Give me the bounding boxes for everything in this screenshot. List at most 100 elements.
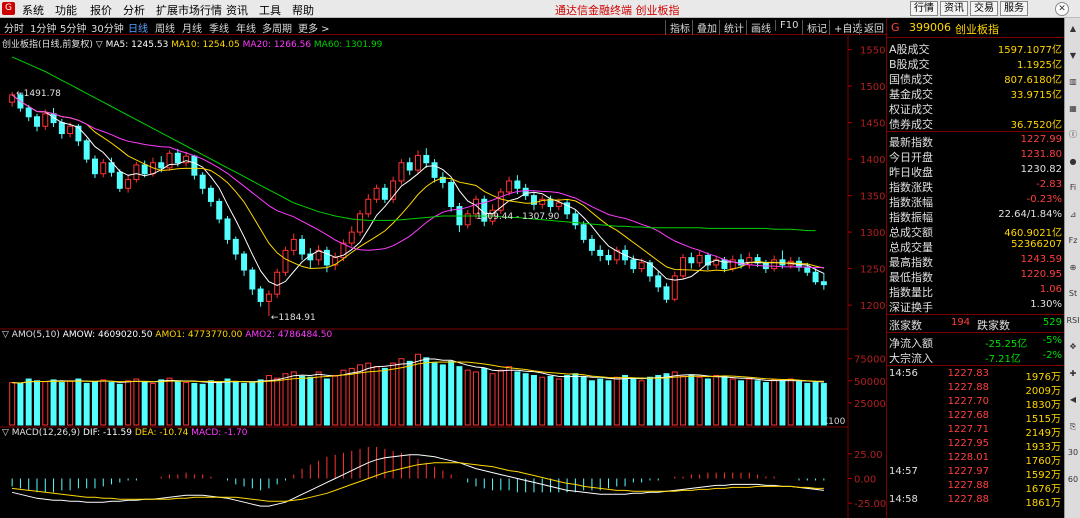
tab-daily[interactable]: 日线 xyxy=(128,20,148,35)
amo-bar xyxy=(390,362,397,426)
candle-body xyxy=(249,269,256,290)
amo-bar xyxy=(580,376,587,426)
tool-add-favorite[interactable]: +自选 xyxy=(829,20,862,35)
menu-function[interactable]: 功能 xyxy=(55,2,77,18)
tab-30min[interactable]: 30分钟 xyxy=(91,20,124,35)
quote-header: G 399006 创业板指 xyxy=(887,18,1065,38)
candle-body xyxy=(423,154,430,164)
tool-indicator[interactable]: 指标 xyxy=(665,20,690,35)
menu-ext-market[interactable]: 扩展市场行情 xyxy=(156,2,222,18)
plus-icon[interactable]: ✚ xyxy=(1066,367,1080,381)
info-icon[interactable]: Ⓘ xyxy=(1066,128,1080,142)
chart-icon[interactable]: ▥ xyxy=(1066,75,1080,89)
tab-timeshare[interactable]: 分时 xyxy=(4,20,24,35)
tool-f10[interactable]: F10 xyxy=(775,20,798,31)
menu-help[interactable]: 帮助 xyxy=(292,2,314,18)
candle-body xyxy=(820,281,827,286)
candle-body xyxy=(199,174,206,189)
candle-body xyxy=(100,162,107,175)
circle-icon[interactable]: ● xyxy=(1066,155,1080,169)
candle-body xyxy=(158,162,165,169)
tick-row: 1227.88 2009万 xyxy=(887,381,1065,397)
ma20-line xyxy=(11,94,824,269)
candle-body xyxy=(630,259,637,270)
tool-back[interactable]: 返回 xyxy=(859,20,884,35)
menu-quote[interactable]: 报价 xyxy=(90,2,112,18)
amo-tick-label: 75000 xyxy=(854,355,886,366)
move-icon[interactable]: ✥ xyxy=(1066,340,1080,354)
amo-bar xyxy=(812,382,819,426)
candle-body xyxy=(406,162,413,171)
top-btn-trade[interactable]: 交易 xyxy=(970,1,998,16)
tool-draw-line[interactable]: 画线 xyxy=(746,20,771,35)
candle-body xyxy=(282,249,289,273)
up-icon[interactable]: ▲ xyxy=(1066,22,1080,36)
amo-bar xyxy=(207,380,214,426)
grid-icon[interactable]: ▦ xyxy=(1066,102,1080,116)
amo-bar xyxy=(713,374,720,426)
rsi-icon[interactable]: RSI xyxy=(1066,314,1080,328)
high-annotation: ←1491.78 xyxy=(16,89,61,99)
candle-body xyxy=(34,116,40,127)
candle-body xyxy=(58,122,65,135)
amo-bar xyxy=(257,379,264,426)
tool-mark[interactable]: 标记 xyxy=(802,20,827,35)
stat-row: 总成交量 52366207 xyxy=(887,238,1065,254)
candle-body xyxy=(365,198,372,215)
stat-row: 指数涨跌 -2.83 xyxy=(887,178,1065,194)
ma60-line xyxy=(11,56,816,232)
amo-bar xyxy=(58,382,65,426)
candle-body xyxy=(431,162,438,178)
amo-bar xyxy=(431,362,438,426)
amo-bar xyxy=(91,381,98,426)
amo-bar xyxy=(415,353,421,426)
num-icon[interactable]: 60 xyxy=(1066,473,1080,487)
tab-1min[interactable]: 1分钟 xyxy=(30,20,56,35)
amo-bar xyxy=(448,360,455,426)
tab-multi-period[interactable]: 多周期 xyxy=(262,20,292,35)
fin-icon[interactable]: Fi xyxy=(1066,181,1080,195)
left-icon[interactable]: ◀ xyxy=(1066,393,1080,407)
candle-body xyxy=(605,254,612,261)
tool-overlay[interactable]: 叠加 xyxy=(692,20,717,35)
tab-weekly[interactable]: 周线 xyxy=(155,20,175,35)
menu-news[interactable]: 资讯 xyxy=(226,2,248,18)
tick-row: 1228.01 1760万 xyxy=(887,451,1065,467)
tick-price: 1227.88 xyxy=(947,480,989,491)
top-btn-quote[interactable]: 行情 xyxy=(910,1,938,16)
up-count-label: 涨家数 xyxy=(889,319,922,332)
tab-5min[interactable]: 5分钟 xyxy=(60,20,86,35)
macd-tick-label: 25.00 xyxy=(854,450,883,461)
candle-body xyxy=(373,187,380,200)
section-divider xyxy=(887,332,1065,333)
stat-value: 1220.95 xyxy=(1020,269,1062,280)
tab-monthly[interactable]: 月线 xyxy=(182,20,202,35)
num-icon[interactable]: 30 xyxy=(1066,446,1080,460)
stat-row: 指数振幅 22.64/1.84% xyxy=(887,208,1065,224)
filter-icon[interactable]: ⊿ xyxy=(1066,208,1080,222)
kline-chart[interactable]: 1550 1500 1450 1400 1350 1300 1250 1200 75000 500… xyxy=(0,35,886,518)
top-btn-service[interactable]: 服务 xyxy=(1000,1,1028,16)
tab-more[interactable]: 更多 > xyxy=(298,20,330,35)
stat-value: 1231.80 xyxy=(1020,149,1062,160)
fnd-icon[interactable]: Fz xyxy=(1066,234,1080,248)
zoom-in-icon[interactable]: ⊕ xyxy=(1066,261,1080,275)
menu-analysis[interactable]: 分析 xyxy=(123,2,145,18)
file-icon[interactable]: ⎘ xyxy=(1066,420,1080,434)
tool-statistics[interactable]: 统计 xyxy=(719,20,744,35)
top-btn-news[interactable]: 资讯 xyxy=(940,1,968,16)
stat-value: 460.9021亿 xyxy=(1004,228,1062,239)
candle-body xyxy=(141,164,148,175)
close-icon[interactable]: ✕ xyxy=(1055,2,1069,16)
menu-system[interactable]: 系统 xyxy=(22,2,44,18)
app-logo-icon[interactable]: G xyxy=(2,2,15,15)
menu-tools[interactable]: 工具 xyxy=(259,2,281,18)
amo-bar xyxy=(299,375,306,426)
tab-yearly[interactable]: 年线 xyxy=(236,20,256,35)
down-icon[interactable]: ▼ xyxy=(1066,49,1080,63)
amo-bar xyxy=(357,364,364,426)
price-tick-label: 1200 xyxy=(860,301,885,312)
tick-price: 1227.68 xyxy=(947,410,989,421)
sta-icon[interactable]: St xyxy=(1066,287,1080,301)
tab-quarterly[interactable]: 季线 xyxy=(209,20,229,35)
